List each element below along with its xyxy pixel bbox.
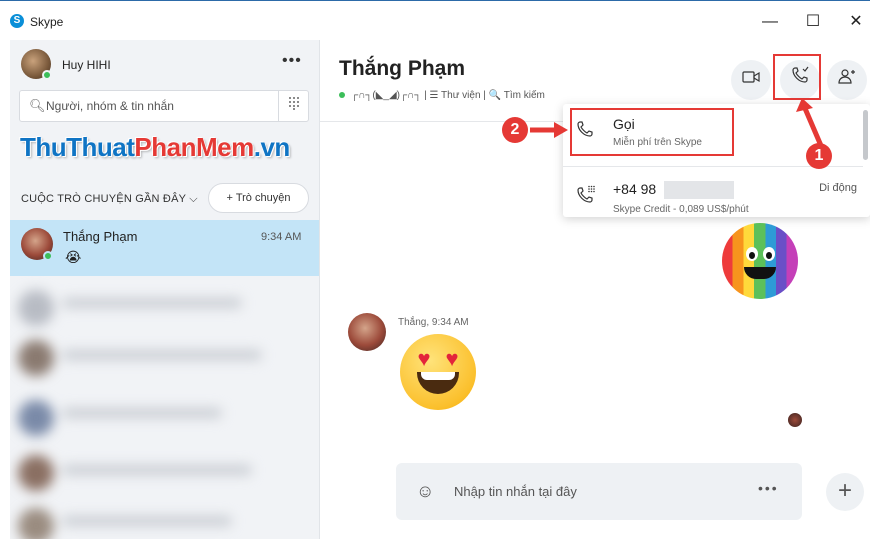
- chat-time: 9:34 AM: [261, 231, 302, 243]
- list-item[interactable]: [10, 498, 310, 539]
- list-item[interactable]: [10, 330, 310, 390]
- emoji-mouth: [744, 267, 776, 279]
- heart-eye-icon: ♥: [417, 346, 431, 371]
- avatar: [18, 455, 54, 491]
- watermark-logo: ThuThuatPhanMem.vn: [20, 132, 290, 163]
- maximize-button[interactable]: ☐: [801, 11, 825, 33]
- search-icon: 🔍︎: [29, 98, 46, 113]
- step-2-badge: 2: [502, 117, 528, 143]
- step-1-badge: 1: [806, 143, 832, 169]
- heart-eye-icon: ♥: [445, 346, 459, 371]
- chat-name: Thắng Phạm: [63, 229, 138, 244]
- watermark-part2: PhanMem: [134, 132, 254, 162]
- chat-list-item[interactable]: Thắng Phạm 9:34 AM 😭: [10, 220, 319, 276]
- rainbow-emoji-sticker[interactable]: [722, 223, 798, 299]
- avatar: [18, 400, 54, 436]
- chat-preview: 😭: [65, 249, 82, 265]
- heart-eyes-emoji[interactable]: ♥ ♥: [400, 334, 476, 410]
- dialpad-grid-icon: [289, 97, 299, 110]
- window-title: Skype: [30, 15, 64, 29]
- blurred-text: [62, 350, 262, 360]
- avatar: [18, 290, 54, 326]
- dialpad-icon[interactable]: [278, 91, 309, 121]
- emoji-pupil: [749, 252, 755, 259]
- blurred-text: [62, 516, 232, 526]
- search-input[interactable]: [46, 91, 276, 121]
- watermark-part3: .vn: [253, 132, 291, 162]
- watermark-part1: ThuThuat: [20, 132, 135, 162]
- blurred-text: [62, 465, 252, 475]
- online-status-icon: [42, 70, 52, 80]
- skype-logo-icon: S: [10, 14, 24, 28]
- read-receipt-avatar: [788, 413, 802, 427]
- minimize-button[interactable]: —: [758, 11, 782, 33]
- emoji-eye: [746, 247, 758, 261]
- list-item[interactable]: [10, 390, 310, 450]
- more-options-button[interactable]: •••: [282, 52, 302, 70]
- sidebar: Huy HIHI ••• 🔍︎ ThuThuatPhanMem.vn CUỘC …: [10, 40, 320, 539]
- profile-name[interactable]: Huy HIHI: [62, 58, 111, 72]
- emoji-picker-icon[interactable]: ☺: [416, 481, 434, 502]
- emoji-teeth: [421, 372, 455, 380]
- message-meta: Thắng, 9:34 AM: [398, 317, 469, 328]
- emoji-eye: [763, 247, 775, 261]
- recent-conversations-label[interactable]: CUỘC TRÒ CHUYỆN GẦN ĐÂY ⌵: [21, 193, 198, 206]
- add-content-button[interactable]: +: [826, 473, 864, 511]
- window-titlebar: S Skype — ☐ ✕: [0, 0, 870, 40]
- emoji-pupil: [766, 252, 772, 259]
- composer-more-button[interactable]: •••: [758, 480, 779, 496]
- sender-avatar[interactable]: [348, 313, 386, 351]
- avatar: [18, 340, 54, 376]
- blurred-chat-list: [10, 280, 319, 539]
- new-chat-button[interactable]: + Trò chuyện: [208, 183, 309, 213]
- close-button[interactable]: ✕: [844, 11, 868, 33]
- online-status-icon: [43, 251, 53, 261]
- list-item[interactable]: [10, 445, 310, 505]
- blurred-text: [62, 408, 222, 418]
- conversation-panel: Thắng Phạm ┌∩┐(◣_◢)┌∩┐ | ☰ Thư viện | 🔍 …: [320, 40, 870, 539]
- message-composer: ☺ •••: [396, 463, 802, 520]
- avatar: [18, 508, 54, 539]
- blurred-text: [62, 298, 242, 308]
- message-input[interactable]: [454, 463, 744, 520]
- emoji-mouth: [417, 372, 459, 394]
- search-box[interactable]: 🔍︎: [19, 90, 309, 122]
